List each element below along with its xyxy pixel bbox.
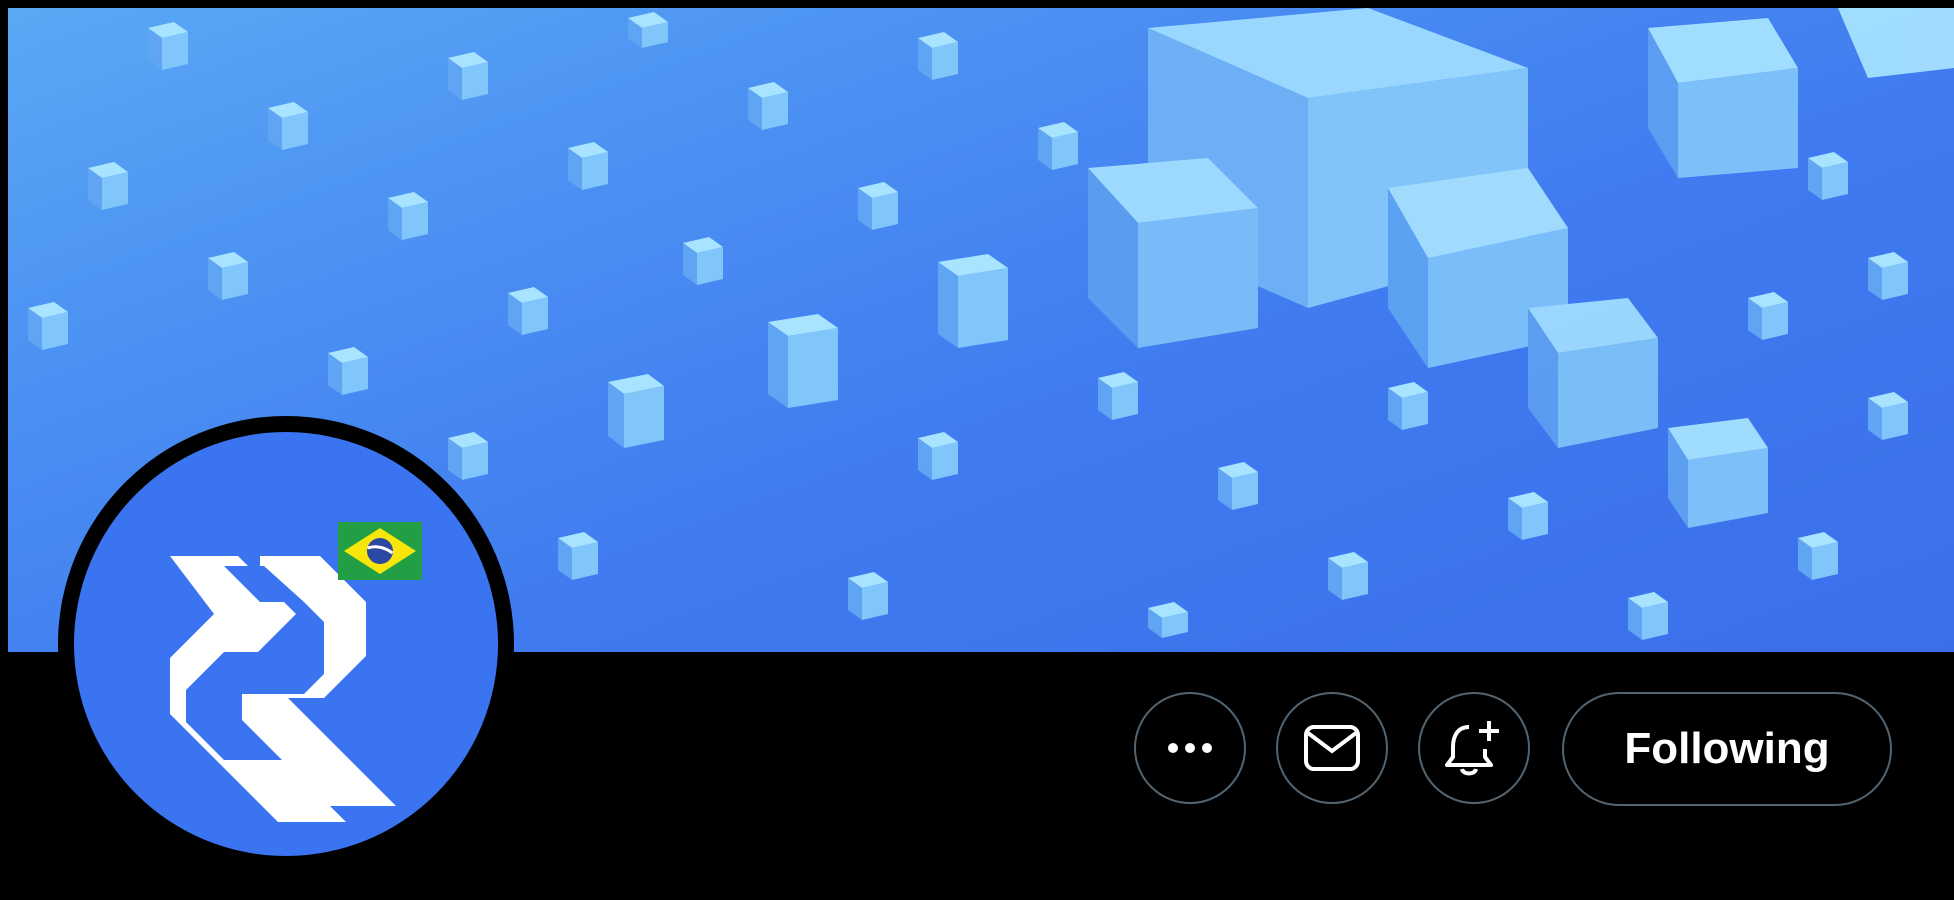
notify-button[interactable] [1418, 692, 1530, 804]
decred-logo-icon [170, 556, 396, 822]
mail-icon [1304, 725, 1360, 771]
avatar[interactable] [74, 432, 498, 856]
brazil-flag-icon [338, 522, 422, 580]
more-horizontal-icon [1168, 743, 1212, 753]
following-button[interactable]: Following [1562, 692, 1892, 806]
message-button[interactable] [1276, 692, 1388, 804]
bell-plus-icon [1445, 721, 1499, 776]
profile-header: Following [0, 0, 1954, 900]
more-button[interactable] [1134, 692, 1246, 804]
